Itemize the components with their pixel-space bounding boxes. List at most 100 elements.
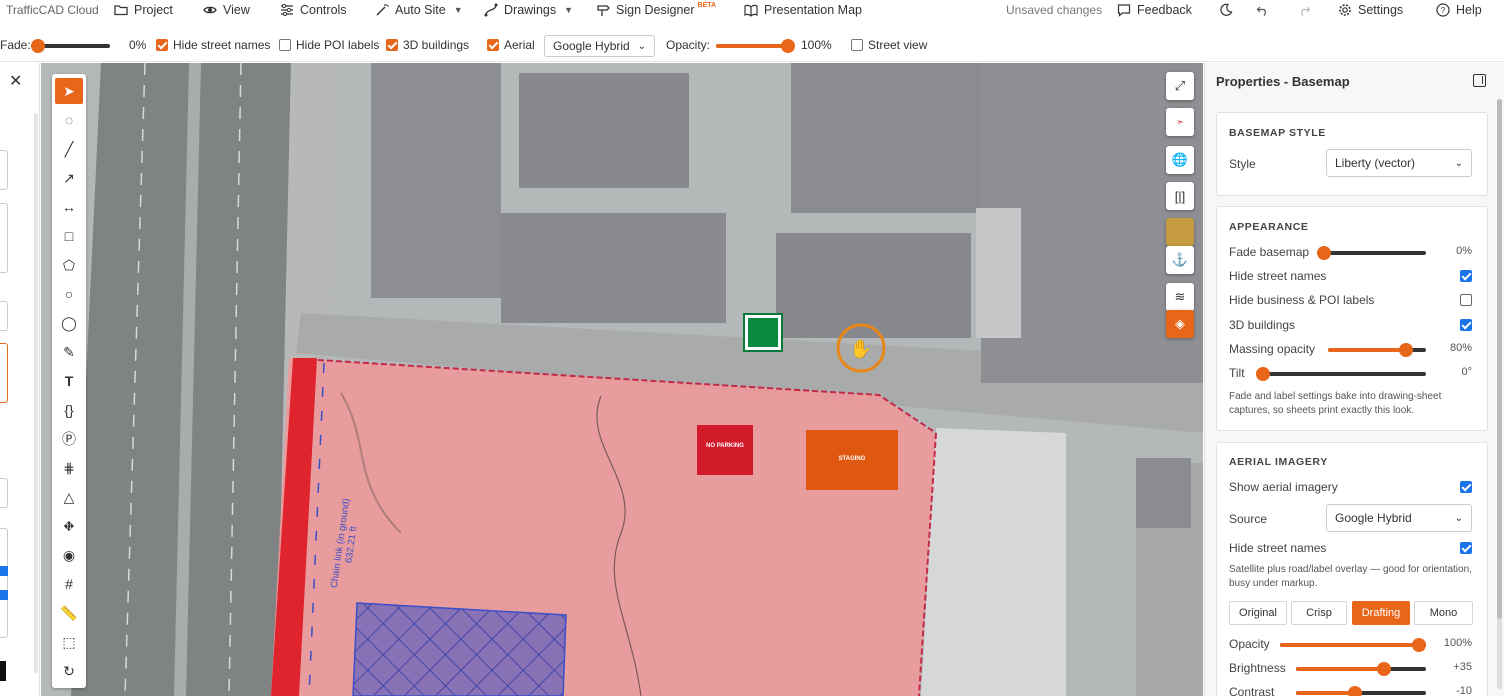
- area-select-tool[interactable]: ⬚: [55, 629, 83, 655]
- chevron-down-icon: ⌄: [1454, 512, 1463, 524]
- rotate-tool[interactable]: ↻: [55, 658, 83, 684]
- style-select[interactable]: Liberty (vector) ⌄: [1326, 149, 1472, 177]
- basemap-thumbnail-button[interactable]: [1166, 218, 1194, 246]
- aerial-toggle[interactable]: Aerial: [487, 38, 535, 52]
- opacity-slider[interactable]: [716, 39, 796, 53]
- hide-street-names-toggle[interactable]: Hide street names: [156, 38, 270, 52]
- hide-street-names-label: Hide street names: [1229, 269, 1327, 283]
- polygon-tool[interactable]: ⬠: [55, 252, 83, 278]
- menu-project[interactable]: Project: [114, 0, 173, 20]
- sign-no-parking[interactable]: [697, 425, 753, 475]
- map-canvas[interactable]: ✋ NO PARKING STAGING Chain link (in grou…: [41, 63, 1203, 696]
- preset-crisp[interactable]: Crisp: [1291, 601, 1347, 625]
- parking-tool[interactable]: Ⓟ: [55, 426, 83, 452]
- select-tool[interactable]: ➤: [55, 78, 83, 104]
- fade-slider[interactable]: [31, 39, 110, 53]
- show-aerial-checkbox[interactable]: [1460, 481, 1472, 493]
- undo-button[interactable]: [1256, 0, 1270, 20]
- menu-auto-site[interactable]: Auto Site ▼: [375, 0, 463, 20]
- line-tool[interactable]: ╱: [55, 136, 83, 162]
- anchor-button[interactable]: ⚓: [1166, 246, 1194, 274]
- panel-scrollbar[interactable]: [1497, 99, 1502, 689]
- redo-icon: [1301, 6, 1311, 16]
- ellipse-tool[interactable]: ◯: [55, 310, 83, 336]
- contrast-slider[interactable]: [1296, 686, 1426, 696]
- checkbox[interactable]: [851, 39, 863, 51]
- brightness-label: Brightness: [1229, 661, 1286, 675]
- point-tool[interactable]: ◉: [55, 542, 83, 568]
- route-tool[interactable]: △: [55, 484, 83, 510]
- fade-basemap-slider[interactable]: [1317, 246, 1426, 260]
- aerial-map-view: ✋: [41, 63, 1203, 696]
- hide-street-names-aerial-checkbox[interactable]: [1460, 542, 1472, 554]
- brightness-slider[interactable]: [1296, 662, 1426, 676]
- close-icon[interactable]: ✕: [9, 71, 22, 91]
- paint-icon: ◈: [1175, 316, 1185, 331]
- arc-tool[interactable]: ↗: [55, 165, 83, 191]
- checkbox[interactable]: [487, 39, 499, 51]
- aerial-opacity-slider[interactable]: [1280, 638, 1426, 652]
- tilt-slider[interactable]: [1256, 367, 1426, 381]
- layers-button[interactable]: ≋: [1166, 283, 1194, 311]
- basemap-style-heading: BASEMAP STYLE: [1229, 127, 1326, 139]
- checkbox[interactable]: [0, 566, 8, 576]
- dimension-tool[interactable]: ↔: [55, 194, 83, 220]
- theme-toggle-button[interactable]: [1219, 0, 1233, 20]
- crosswalk-tool[interactable]: ⋕: [55, 455, 83, 481]
- street-view-toggle[interactable]: Street view: [851, 38, 927, 52]
- menu-sign-designer[interactable]: Sign Designer BETA: [596, 0, 716, 20]
- 3d-buildings-label: 3D buildings: [1229, 318, 1296, 332]
- color-swatch[interactable]: [0, 661, 6, 681]
- menu-controls[interactable]: Controls: [280, 0, 347, 20]
- menu-presentation-map[interactable]: Presentation Map: [744, 0, 862, 20]
- 3d-buildings-toggle[interactable]: 3D buildings: [386, 38, 469, 52]
- menu-view[interactable]: View: [203, 0, 250, 20]
- redo-button[interactable]: [1297, 0, 1311, 20]
- feedback-button[interactable]: Feedback: [1117, 0, 1192, 20]
- bracket-button[interactable]: [|]: [1166, 182, 1194, 210]
- collapsed-field: [0, 478, 8, 508]
- settings-button[interactable]: Settings: [1338, 0, 1403, 20]
- tilt-label: Tilt: [1229, 366, 1245, 380]
- imagery-source-select[interactable]: Google Hybrid ⌄: [544, 35, 655, 57]
- globe-button[interactable]: 🌐: [1166, 146, 1194, 174]
- square-icon: □: [64, 228, 74, 244]
- line-icon: ╱: [64, 140, 74, 157]
- checkbox[interactable]: [0, 590, 8, 600]
- basemap-quick-toolbar: Fade: 0% Hide street names Hide POI labe…: [0, 30, 1504, 62]
- compass-button[interactable]: ➣: [1166, 108, 1194, 136]
- hide-poi-labels-toggle[interactable]: Hide POI labels: [279, 38, 379, 52]
- lasso-tool[interactable]: ◌: [55, 107, 83, 133]
- lane-tool[interactable]: ⛖: [55, 513, 83, 539]
- preset-mono[interactable]: Mono: [1414, 601, 1473, 625]
- help-button[interactable]: ? Help: [1436, 0, 1482, 20]
- measure-tool[interactable]: 📏: [55, 600, 83, 626]
- menu-drawings[interactable]: Drawings ▼: [484, 0, 573, 20]
- rectangle-tool[interactable]: □: [55, 223, 83, 249]
- hash-icon: #: [65, 576, 73, 592]
- 3d-buildings-checkbox[interactable]: [1460, 319, 1472, 331]
- scrollbar[interactable]: [34, 113, 38, 673]
- circle-tool[interactable]: ○: [55, 281, 83, 307]
- panel-collapse-icon[interactable]: [1473, 74, 1486, 87]
- contrast-label: Contrast: [1229, 685, 1275, 696]
- variable-tool[interactable]: {}: [55, 397, 83, 423]
- pencil-tool[interactable]: ✎: [55, 339, 83, 365]
- fullscreen-button[interactable]: ⤢: [1166, 72, 1194, 100]
- expand-icon: ⤢: [1174, 78, 1186, 93]
- basemap-style-button[interactable]: ◈: [1166, 310, 1194, 338]
- source-select[interactable]: Google Hybrid ⌄: [1326, 504, 1472, 532]
- checkbox[interactable]: [279, 39, 291, 51]
- preset-drafting[interactable]: Drafting: [1352, 601, 1410, 625]
- hide-street-names-checkbox[interactable]: [1460, 270, 1472, 282]
- help-circle-icon: ?: [1436, 3, 1450, 17]
- hide-poi-checkbox[interactable]: [1460, 294, 1472, 306]
- checkbox[interactable]: [156, 39, 168, 51]
- text-tool[interactable]: T: [55, 368, 83, 394]
- grid-tool[interactable]: #: [55, 571, 83, 597]
- checkbox[interactable]: [386, 39, 398, 51]
- preset-original[interactable]: Original: [1229, 601, 1287, 625]
- massing-opacity-slider[interactable]: [1328, 343, 1426, 357]
- menu-bar: TrafficCAD Cloud Project View Controls A…: [0, 0, 1504, 20]
- appearance-heading: APPEARANCE: [1229, 221, 1309, 233]
